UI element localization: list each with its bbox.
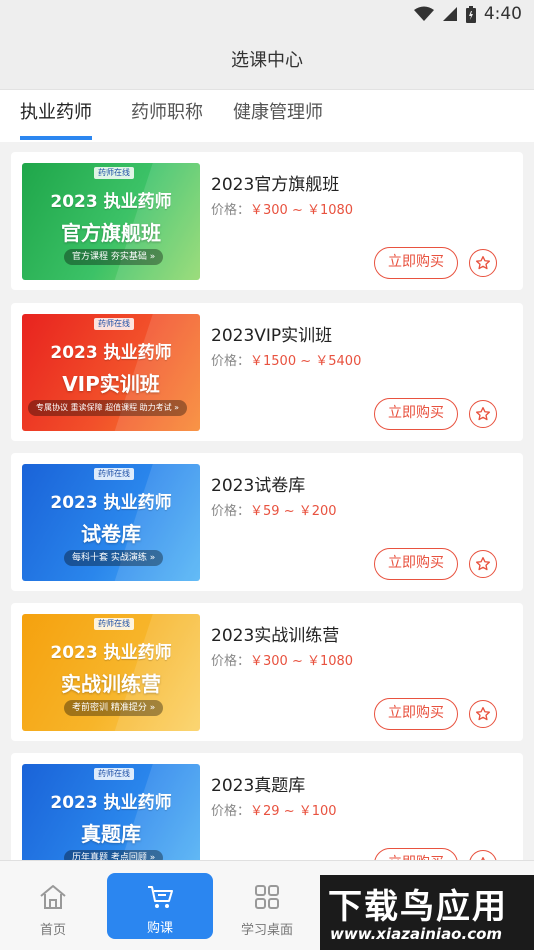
nav-label: 学习桌面 [240, 923, 293, 938]
status-bar: 4:40 [0, 0, 534, 28]
price-label: 价格： [211, 354, 251, 369]
course-thumbnail[interactable]: 药师在线 2023 执业药师 试卷库 每科十套 实战演练 » [22, 464, 200, 581]
brand-logo: 药师在线 [94, 768, 134, 780]
price-value: ￥300 ~ ￥1080 [250, 203, 354, 218]
price-value: ￥29 ~ ￥100 [250, 804, 337, 819]
price-label: 价格： [211, 203, 251, 218]
grid-icon [254, 883, 280, 911]
price-label: 价格： [211, 654, 251, 669]
course-price: 价格：￥300 ~ ￥1080 [211, 199, 353, 218]
course-title[interactable]: 2023官方旗舰班 [211, 170, 339, 195]
favorite-button[interactable] [469, 400, 497, 428]
course-thumbnail[interactable]: 药师在线 2023 执业药师 官方旗舰班 官方课程 夯实基础 » [22, 163, 200, 280]
cart-icon [146, 883, 174, 911]
wifi-icon [413, 6, 434, 22]
course-title[interactable]: 2023试卷库 [211, 471, 305, 496]
tab-label: 健康管理师 [233, 102, 323, 123]
course-card[interactable]: 药师在线 2023 执业药师 实战训练营 考前密训 精准提分 » 2023实战训… [11, 603, 523, 741]
star-icon [476, 557, 490, 571]
thumbnail-year: 2023 执业药师 [50, 343, 172, 363]
home-icon [38, 883, 68, 911]
buy-now-button[interactable]: 立即购买 [374, 848, 458, 860]
thumbnail-headline: VIP实训班 [62, 372, 160, 396]
thumbnail-headline: 试卷库 [81, 522, 141, 546]
category-tabs: 执业药师 药师职称 健康管理师 [0, 90, 534, 142]
thumbnail-tagline: 官方课程 夯实基础 » [64, 249, 164, 265]
thumbnail-tagline: 专属协议 重读保障 超值课程 助力考试 » [28, 400, 188, 416]
tab-label: 药师职称 [131, 102, 203, 123]
watermark: 下载鸟应用 www.xiazainiao.com [320, 875, 534, 950]
signal-icon [442, 6, 458, 22]
favorite-button[interactable] [469, 850, 497, 860]
favorite-button[interactable] [469, 700, 497, 728]
page-title: 选课中心 [0, 28, 534, 90]
thumbnail-tagline: 历年真题 考点回顾 » [64, 850, 164, 860]
course-price: 价格：￥59 ~ ￥200 [211, 500, 337, 519]
course-list[interactable]: 药师在线 2023 执业药师 官方旗舰班 官方课程 夯实基础 » 2023官方旗… [0, 142, 534, 860]
nav-buy-course[interactable]: 购课 [107, 873, 213, 939]
brand-logo: 药师在线 [94, 618, 134, 630]
thumbnail-headline: 官方旗舰班 [61, 221, 161, 245]
watermark-title: 下载鸟应用 [328, 887, 508, 927]
favorite-button[interactable] [469, 550, 497, 578]
tab-pharmacist-title[interactable]: 药师职称 [131, 90, 203, 142]
buy-now-button[interactable]: 立即购买 [374, 398, 458, 430]
thumbnail-year: 2023 执业药师 [50, 493, 172, 513]
thumbnail-tagline: 每科十套 实战演练 » [64, 550, 164, 566]
star-icon [476, 256, 490, 270]
star-icon [476, 407, 490, 421]
price-value: ￥300 ~ ￥1080 [250, 654, 354, 669]
buy-now-button[interactable]: 立即购买 [374, 698, 458, 730]
thumbnail-year: 2023 执业药师 [50, 643, 172, 663]
price-value: ￥59 ~ ￥200 [250, 504, 337, 519]
course-card[interactable]: 药师在线 2023 执业药师 官方旗舰班 官方课程 夯实基础 » 2023官方旗… [11, 152, 523, 290]
price-label: 价格： [211, 804, 251, 819]
thumbnail-headline: 实战训练营 [61, 672, 161, 696]
course-price: 价格：￥300 ~ ￥1080 [211, 650, 353, 669]
course-title[interactable]: 2023真题库 [211, 771, 305, 796]
course-thumbnail[interactable]: 药师在线 2023 执业药师 真题库 历年真题 考点回顾 » [22, 764, 200, 860]
nav-label: 购课 [146, 921, 173, 936]
course-title[interactable]: 2023实战训练营 [211, 621, 339, 646]
course-price: 价格：￥29 ~ ￥100 [211, 800, 337, 819]
tab-label: 执业药师 [20, 102, 92, 123]
price-value: ￥1500 ~ ￥5400 [250, 354, 362, 369]
thumbnail-tagline: 考前密训 精准提分 » [64, 700, 164, 716]
course-card[interactable]: 药师在线 2023 执业药师 VIP实训班 专属协议 重读保障 超值课程 助力考… [11, 303, 523, 441]
thumbnail-year: 2023 执业药师 [50, 192, 172, 212]
buy-now-button[interactable]: 立即购买 [374, 247, 458, 279]
thumbnail-year: 2023 执业药师 [50, 793, 172, 813]
brand-logo: 药师在线 [94, 318, 134, 330]
star-icon [476, 707, 490, 721]
tab-licensed-pharmacist[interactable]: 执业药师 [20, 90, 92, 142]
nav-home[interactable]: 首页 [0, 861, 106, 950]
course-thumbnail[interactable]: 药师在线 2023 执业药师 VIP实训班 专属协议 重读保障 超值课程 助力考… [22, 314, 200, 431]
watermark-url: www.xiazainiao.com [330, 925, 503, 943]
tab-health-manager[interactable]: 健康管理师 [233, 90, 325, 142]
thumbnail-headline: 真题库 [81, 822, 141, 846]
buy-now-button[interactable]: 立即购买 [374, 548, 458, 580]
course-card[interactable]: 药师在线 2023 执业药师 试卷库 每科十套 实战演练 » 2023试卷库 价… [11, 453, 523, 591]
tab-active-indicator [20, 136, 92, 140]
course-price: 价格：￥1500 ~ ￥5400 [211, 350, 361, 369]
brand-logo: 药师在线 [94, 167, 134, 179]
course-card[interactable]: 药师在线 2023 执业药师 真题库 历年真题 考点回顾 » 2023真题库 价… [11, 753, 523, 860]
course-title[interactable]: 2023VIP实训班 [211, 321, 332, 346]
brand-logo: 药师在线 [94, 468, 134, 480]
status-time: 4:40 [483, 4, 522, 24]
battery-icon [465, 5, 476, 23]
course-thumbnail[interactable]: 药师在线 2023 执业药师 实战训练营 考前密训 精准提分 » [22, 614, 200, 731]
price-label: 价格： [211, 504, 251, 519]
favorite-button[interactable] [469, 249, 497, 277]
nav-study-desk[interactable]: 学习桌面 [214, 861, 320, 950]
nav-label: 首页 [39, 923, 66, 938]
